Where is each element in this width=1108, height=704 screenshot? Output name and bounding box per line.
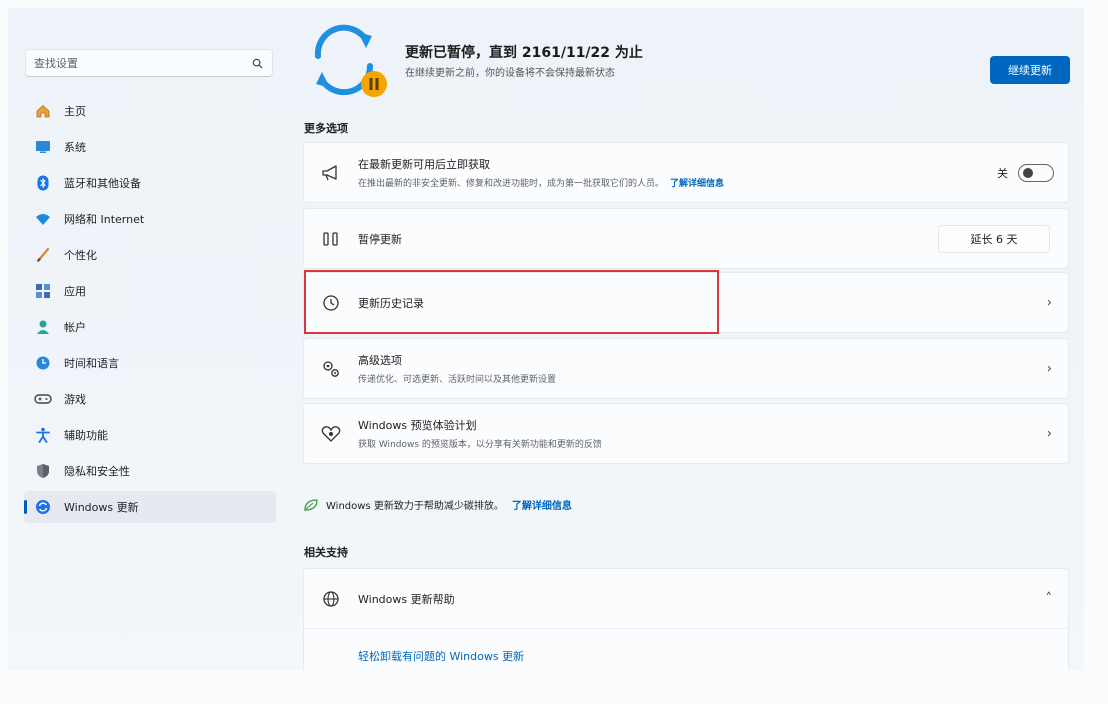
brush-icon <box>34 246 52 264</box>
sidebar-item-accounts[interactable]: 帐户 <box>24 311 276 343</box>
windows-update-icon <box>34 498 52 516</box>
apps-icon <box>34 282 52 300</box>
system-icon <box>34 138 52 156</box>
search-icon[interactable] <box>250 56 264 70</box>
sidebar-item-time-language[interactable]: 时间和语言 <box>24 347 276 379</box>
pause-updates-card: 暂停更新 延长 6 天 <box>303 208 1069 269</box>
megaphone-icon <box>320 162 342 184</box>
pause-icon <box>320 228 342 250</box>
uninstall-updates-link[interactable]: 轻松卸载有问题的 Windows 更新 <box>358 648 524 664</box>
wifi-icon <box>34 210 52 228</box>
leaf-icon <box>304 498 318 511</box>
sidebar-item-label: 主页 <box>64 105 86 118</box>
sidebar-item-label: 系统 <box>64 141 86 154</box>
update-status-subtitle: 在继续更新之前，你的设备将不会保持最新状态 <box>405 68 615 79</box>
update-history-title: 更新历史记录 <box>358 296 424 310</box>
chevron-up-icon[interactable]: ˄ <box>1046 591 1053 606</box>
sidebar-item-label: Windows 更新 <box>64 501 139 514</box>
sidebar-item-label: 应用 <box>64 285 86 298</box>
sidebar-item-network[interactable]: 网络和 Internet <box>24 203 276 235</box>
chevron-right-icon: › <box>1046 361 1052 376</box>
update-paused-icon <box>308 22 394 102</box>
sidebar-item-apps[interactable]: 应用 <box>24 275 276 307</box>
update-help-header[interactable]: Windows 更新帮助 ˄ <box>304 569 1068 629</box>
sidebar-item-label: 游戏 <box>64 393 86 406</box>
insider-program-card[interactable]: Windows 预览体验计划 获取 Windows 的预览版本，以分享有关新功能… <box>303 403 1069 464</box>
sidebar-item-privacy[interactable]: 隐私和安全性 <box>24 455 276 487</box>
sidebar-item-label: 帐户 <box>64 321 86 334</box>
gears-icon <box>320 358 342 380</box>
sidebar-item-home[interactable]: 主页 <box>24 95 276 127</box>
sidebar-item-label: 蓝牙和其他设备 <box>64 177 141 190</box>
sidebar-item-label: 个性化 <box>64 249 97 262</box>
sidebar-item-gaming[interactable]: 游戏 <box>24 383 276 415</box>
gamepad-icon <box>34 390 52 408</box>
history-icon <box>320 292 342 314</box>
sidebar-nav: 主页 系统 蓝牙和其他设备 网络和 Internet 个性化 应用 帐户 时间和… <box>24 95 276 527</box>
latest-updates-card[interactable]: 在最新更新可用后立即获取 在推出最新的非安全更新、修复和改进功能时，成为第一批获… <box>303 142 1069 203</box>
sidebar-item-system[interactable]: 系统 <box>24 131 276 163</box>
insider-heart-icon <box>320 423 342 445</box>
carbon-info: Windows 更新致力于帮助减少碳排放。 了解详细信息 <box>304 497 572 512</box>
latest-updates-desc-wrap: 在推出最新的非安全更新、修复和改进功能时，成为第一批获取它们的人员。 了解详细信息 <box>358 176 724 189</box>
chevron-right-icon: › <box>1046 426 1052 441</box>
insider-program-desc: 获取 Windows 的预览版本，以分享有关新功能和更新的反馈 <box>358 440 602 450</box>
sidebar-item-accessibility[interactable]: 辅助功能 <box>24 419 276 451</box>
update-help-title: Windows 更新帮助 <box>358 592 455 606</box>
update-status-title: 更新已暂停，直到 2161/11/22 为止 <box>405 45 643 61</box>
accessibility-icon <box>34 426 52 444</box>
account-icon <box>34 318 52 336</box>
update-history-card[interactable]: 更新历史记录 › <box>303 272 1069 333</box>
latest-updates-toggle[interactable] <box>1018 163 1054 182</box>
search-input[interactable] <box>34 56 250 70</box>
globe-icon <box>320 588 342 610</box>
sidebar-item-personalization[interactable]: 个性化 <box>24 239 276 271</box>
sidebar-item-label: 辅助功能 <box>64 429 108 442</box>
resume-updates-button[interactable]: 继续更新 <box>990 56 1070 84</box>
bluetooth-icon <box>34 174 52 192</box>
shield-icon <box>34 462 52 480</box>
latest-updates-title: 在最新更新可用后立即获取 <box>358 158 490 171</box>
insider-program-title: Windows 预览体验计划 <box>358 419 477 432</box>
latest-updates-desc: 在推出最新的非安全更新、修复和改进功能时，成为第一批获取它们的人员。 <box>358 179 665 189</box>
pause-updates-title: 暂停更新 <box>358 232 402 246</box>
advanced-options-card[interactable]: 高级选项 传递优化、可选更新、活跃时间以及其他更新设置 › <box>303 338 1069 399</box>
carbon-info-text: Windows 更新致力于帮助减少碳排放。 <box>326 501 504 512</box>
sidebar-item-bluetooth[interactable]: 蓝牙和其他设备 <box>24 167 276 199</box>
more-options-heading: 更多选项 <box>304 122 348 135</box>
learn-more-link[interactable]: 了解详细信息 <box>670 179 724 189</box>
sidebar: 主页 系统 蓝牙和其他设备 网络和 Internet <box>8 8 283 670</box>
settings-window: 主页 系统 蓝牙和其他设备 网络和 Internet <box>8 8 1084 670</box>
sidebar-item-windows-update[interactable]: Windows 更新 <box>24 491 276 523</box>
update-help-card: Windows 更新帮助 ˄ 轻松卸载有问题的 Windows 更新 <box>303 568 1069 670</box>
chevron-right-icon: › <box>1046 295 1052 310</box>
latest-updates-toggle-group: 关 <box>997 163 1054 182</box>
globe-clock-icon <box>34 354 52 372</box>
carbon-learn-more-link[interactable]: 了解详细信息 <box>512 497 572 512</box>
search-box[interactable] <box>25 49 273 77</box>
toggle-state-label: 关 <box>997 166 1008 180</box>
extend-pause-button[interactable]: 延长 6 天 <box>938 224 1050 253</box>
sidebar-item-label: 隐私和安全性 <box>64 465 130 478</box>
sidebar-item-label: 网络和 Internet <box>64 213 145 226</box>
advanced-options-title: 高级选项 <box>358 354 402 367</box>
related-support-heading: 相关支持 <box>304 546 348 559</box>
advanced-options-desc: 传递优化、可选更新、活跃时间以及其他更新设置 <box>358 375 557 385</box>
home-icon <box>34 102 52 120</box>
sidebar-item-label: 时间和语言 <box>64 357 119 370</box>
